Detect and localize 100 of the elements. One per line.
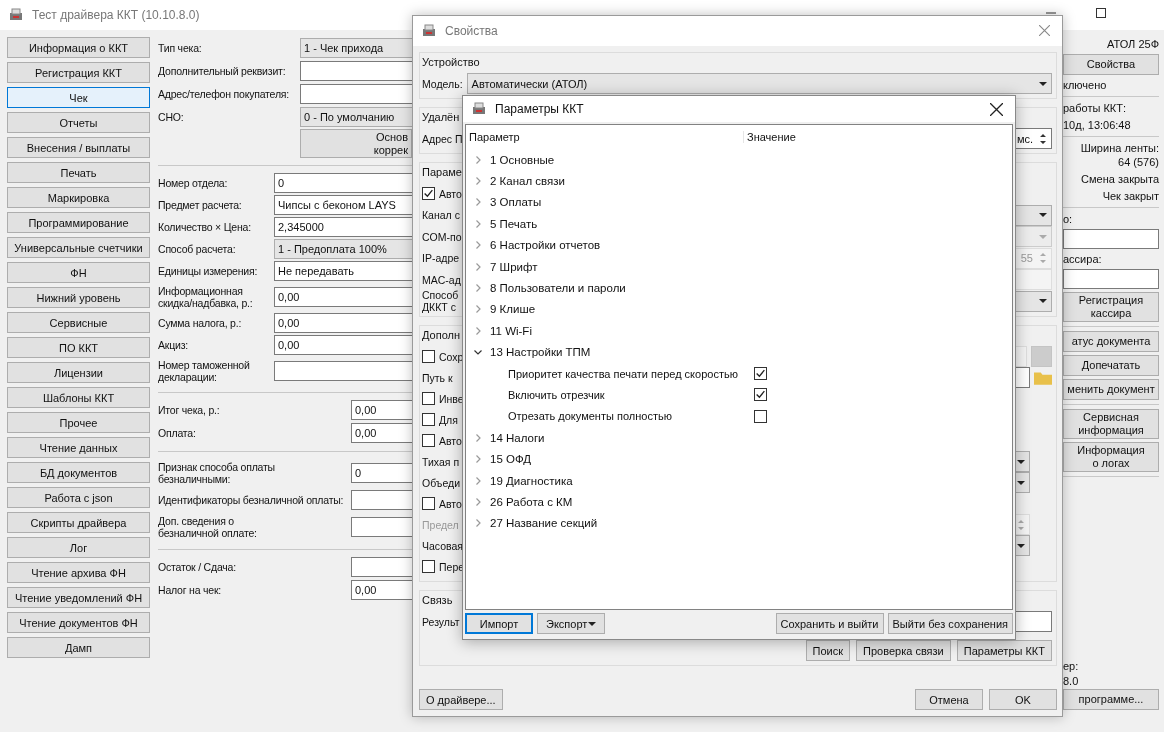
setting-label: Путь к — [422, 371, 453, 384]
nav-button[interactable]: Нижний уровень — [7, 287, 150, 308]
close-icon[interactable] — [990, 103, 1003, 116]
nav-button[interactable]: Шаблоны ККТ — [7, 387, 150, 408]
tree-item[interactable]: 11 Wi-Fi — [490, 324, 532, 337]
spin-arrows-icon — [1039, 131, 1047, 146]
setting-label: Результ — [422, 615, 460, 628]
chevron-icon[interactable] — [474, 348, 482, 357]
tree-item[interactable]: 14 Налоги — [490, 431, 545, 444]
field-label: Доп. сведения о безналичной оплате: — [158, 515, 258, 539]
nav-button[interactable]: Чтение данных — [7, 437, 150, 458]
tree-item[interactable]: 8 Пользователи и пароли — [490, 282, 626, 295]
checkbox[interactable] — [422, 350, 435, 363]
nav-button[interactable]: Чтение документов ФН — [7, 612, 150, 633]
field-label: Тип чека: — [158, 42, 203, 54]
tree-item[interactable]: 19 Диагностика — [490, 474, 573, 487]
checkbox[interactable] — [754, 409, 767, 423]
setting-label: Приоритет качества печати перед скоростью — [508, 367, 739, 380]
checkbox[interactable] — [422, 434, 435, 447]
input-field[interactable] — [1063, 269, 1159, 289]
tree-item[interactable]: 13 Настройки ТПМ — [490, 346, 591, 359]
tree-item[interactable]: 27 Название секций — [490, 517, 598, 530]
tree-item[interactable]: 5 Печать — [490, 217, 538, 230]
nav-button[interactable]: Регистрация ККТ — [7, 62, 150, 83]
field-label: Оплата: — [158, 427, 197, 439]
checkbox[interactable] — [422, 392, 435, 405]
tree-item[interactable]: 26 Работа с КМ — [490, 495, 573, 508]
nav-button[interactable]: Чтение архива ФН — [7, 562, 150, 583]
tree-item[interactable]: 2 Канал связи — [490, 175, 565, 188]
checkbox[interactable] — [422, 413, 435, 426]
action-button[interactable]: Информация о логах — [1063, 442, 1159, 472]
status-text: ассира: — [1063, 252, 1103, 266]
checkbox[interactable] — [754, 388, 767, 402]
nav-button[interactable]: Маркировка — [7, 187, 150, 208]
action-button[interactable]: Допечатать — [1063, 355, 1159, 376]
column-header[interactable]: Параметр — [466, 131, 744, 143]
action-button[interactable]: атус документа — [1063, 331, 1159, 352]
dialog-button[interactable]: OK — [989, 689, 1057, 710]
tree-item[interactable]: 15 ОФД — [490, 453, 532, 466]
field-label: Способ расчета: — [158, 242, 237, 255]
status-text: Смена закрыта — [1080, 172, 1159, 186]
nav-button[interactable]: ПО ККТ — [7, 337, 150, 358]
nav-button[interactable]: Лог — [7, 537, 150, 558]
nav-button[interactable]: Информация о ККТ — [7, 37, 150, 58]
correction-button[interactable]: Основ коррек — [300, 129, 412, 158]
import-button[interactable]: Импорт — [465, 613, 533, 634]
dialog-title: Свойства — [445, 24, 498, 38]
about-button[interactable]: О драйвере... — [419, 689, 503, 710]
dropdown-arrow-icon — [1017, 459, 1025, 464]
tree-item[interactable]: 1 Основные — [490, 153, 555, 166]
status-text: 10д, 13:06:48 — [1063, 118, 1132, 132]
nav-button[interactable]: Внесения / выплаты — [7, 137, 150, 158]
nav-button[interactable]: Программирование — [7, 212, 150, 233]
nav-button[interactable]: Скрипты драйвера — [7, 512, 150, 533]
checkbox[interactable] — [422, 497, 435, 510]
nav-button[interactable]: ФН — [7, 262, 150, 283]
field-label: Налог на чек: — [158, 584, 223, 596]
dropdown[interactable]: Автоматически (АТОЛ) — [466, 73, 1052, 94]
nav-button[interactable]: Лицензии — [7, 362, 150, 383]
action-button[interactable]: Проверка связи — [856, 640, 951, 661]
field-label: Акциз: — [158, 338, 189, 351]
nav-button[interactable]: Чтение уведомлений ФН — [7, 587, 150, 608]
action-button[interactable]: Регистрация кассира — [1063, 292, 1159, 322]
nav-button[interactable]: БД документов — [7, 462, 150, 483]
status-text: работы ККТ: — [1063, 101, 1127, 115]
nav-button[interactable]: Прочее — [7, 412, 150, 433]
tree-item[interactable]: 3 Оплаты — [490, 196, 542, 209]
dialog-button[interactable]: Выйти без сохранения — [887, 613, 1013, 634]
nav-button[interactable]: Дамп — [7, 637, 150, 658]
tree-item[interactable]: 9 Клише — [490, 303, 536, 316]
export-button[interactable]: Экспорт — [537, 613, 605, 634]
input-field[interactable] — [1063, 229, 1159, 249]
checkbox[interactable] — [422, 187, 435, 201]
field-label: Признак способа оплаты безналичными: — [158, 461, 276, 485]
tree-item[interactable]: 7 Шрифт — [490, 260, 538, 273]
action-button[interactable]: Свойства — [1063, 54, 1159, 75]
action-button[interactable]: Сервисная информация — [1063, 409, 1159, 439]
dropdown-arrow-icon — [1039, 234, 1047, 239]
field-label: Единицы измерения: — [158, 264, 259, 277]
maximize-icon[interactable] — [1096, 8, 1106, 18]
checkbox[interactable] — [422, 560, 435, 573]
nav-button[interactable]: Универсальные счетчики — [7, 237, 150, 258]
nav-button[interactable]: Работа с json — [7, 487, 150, 508]
column-header[interactable]: Значение — [744, 131, 796, 143]
version-text: ер: — [1063, 659, 1080, 673]
tree-item[interactable]: 6 Настройки отчетов — [490, 239, 601, 252]
nav-button[interactable]: Печать — [7, 162, 150, 183]
about-button[interactable]: программе... — [1063, 689, 1159, 710]
dialog-button[interactable]: Отмена — [915, 689, 983, 710]
field-label: Идентификаторы безналичной оплаты: — [158, 494, 345, 506]
action-button[interactable]: Поиск — [805, 640, 851, 661]
dialog-button[interactable]: Сохранить и выйти — [775, 613, 884, 634]
nav-button[interactable]: Чек — [7, 87, 150, 108]
field-label: Предмет расчета: — [158, 198, 243, 211]
nav-button[interactable]: Сервисные — [7, 312, 150, 333]
nav-button[interactable]: Отчеты — [7, 112, 150, 133]
field-label: Номер таможенной декларации: — [158, 358, 251, 383]
action-button[interactable]: Параметры ККТ — [956, 640, 1052, 661]
action-button[interactable]: менить документ — [1063, 379, 1159, 400]
checkbox[interactable] — [754, 367, 767, 381]
